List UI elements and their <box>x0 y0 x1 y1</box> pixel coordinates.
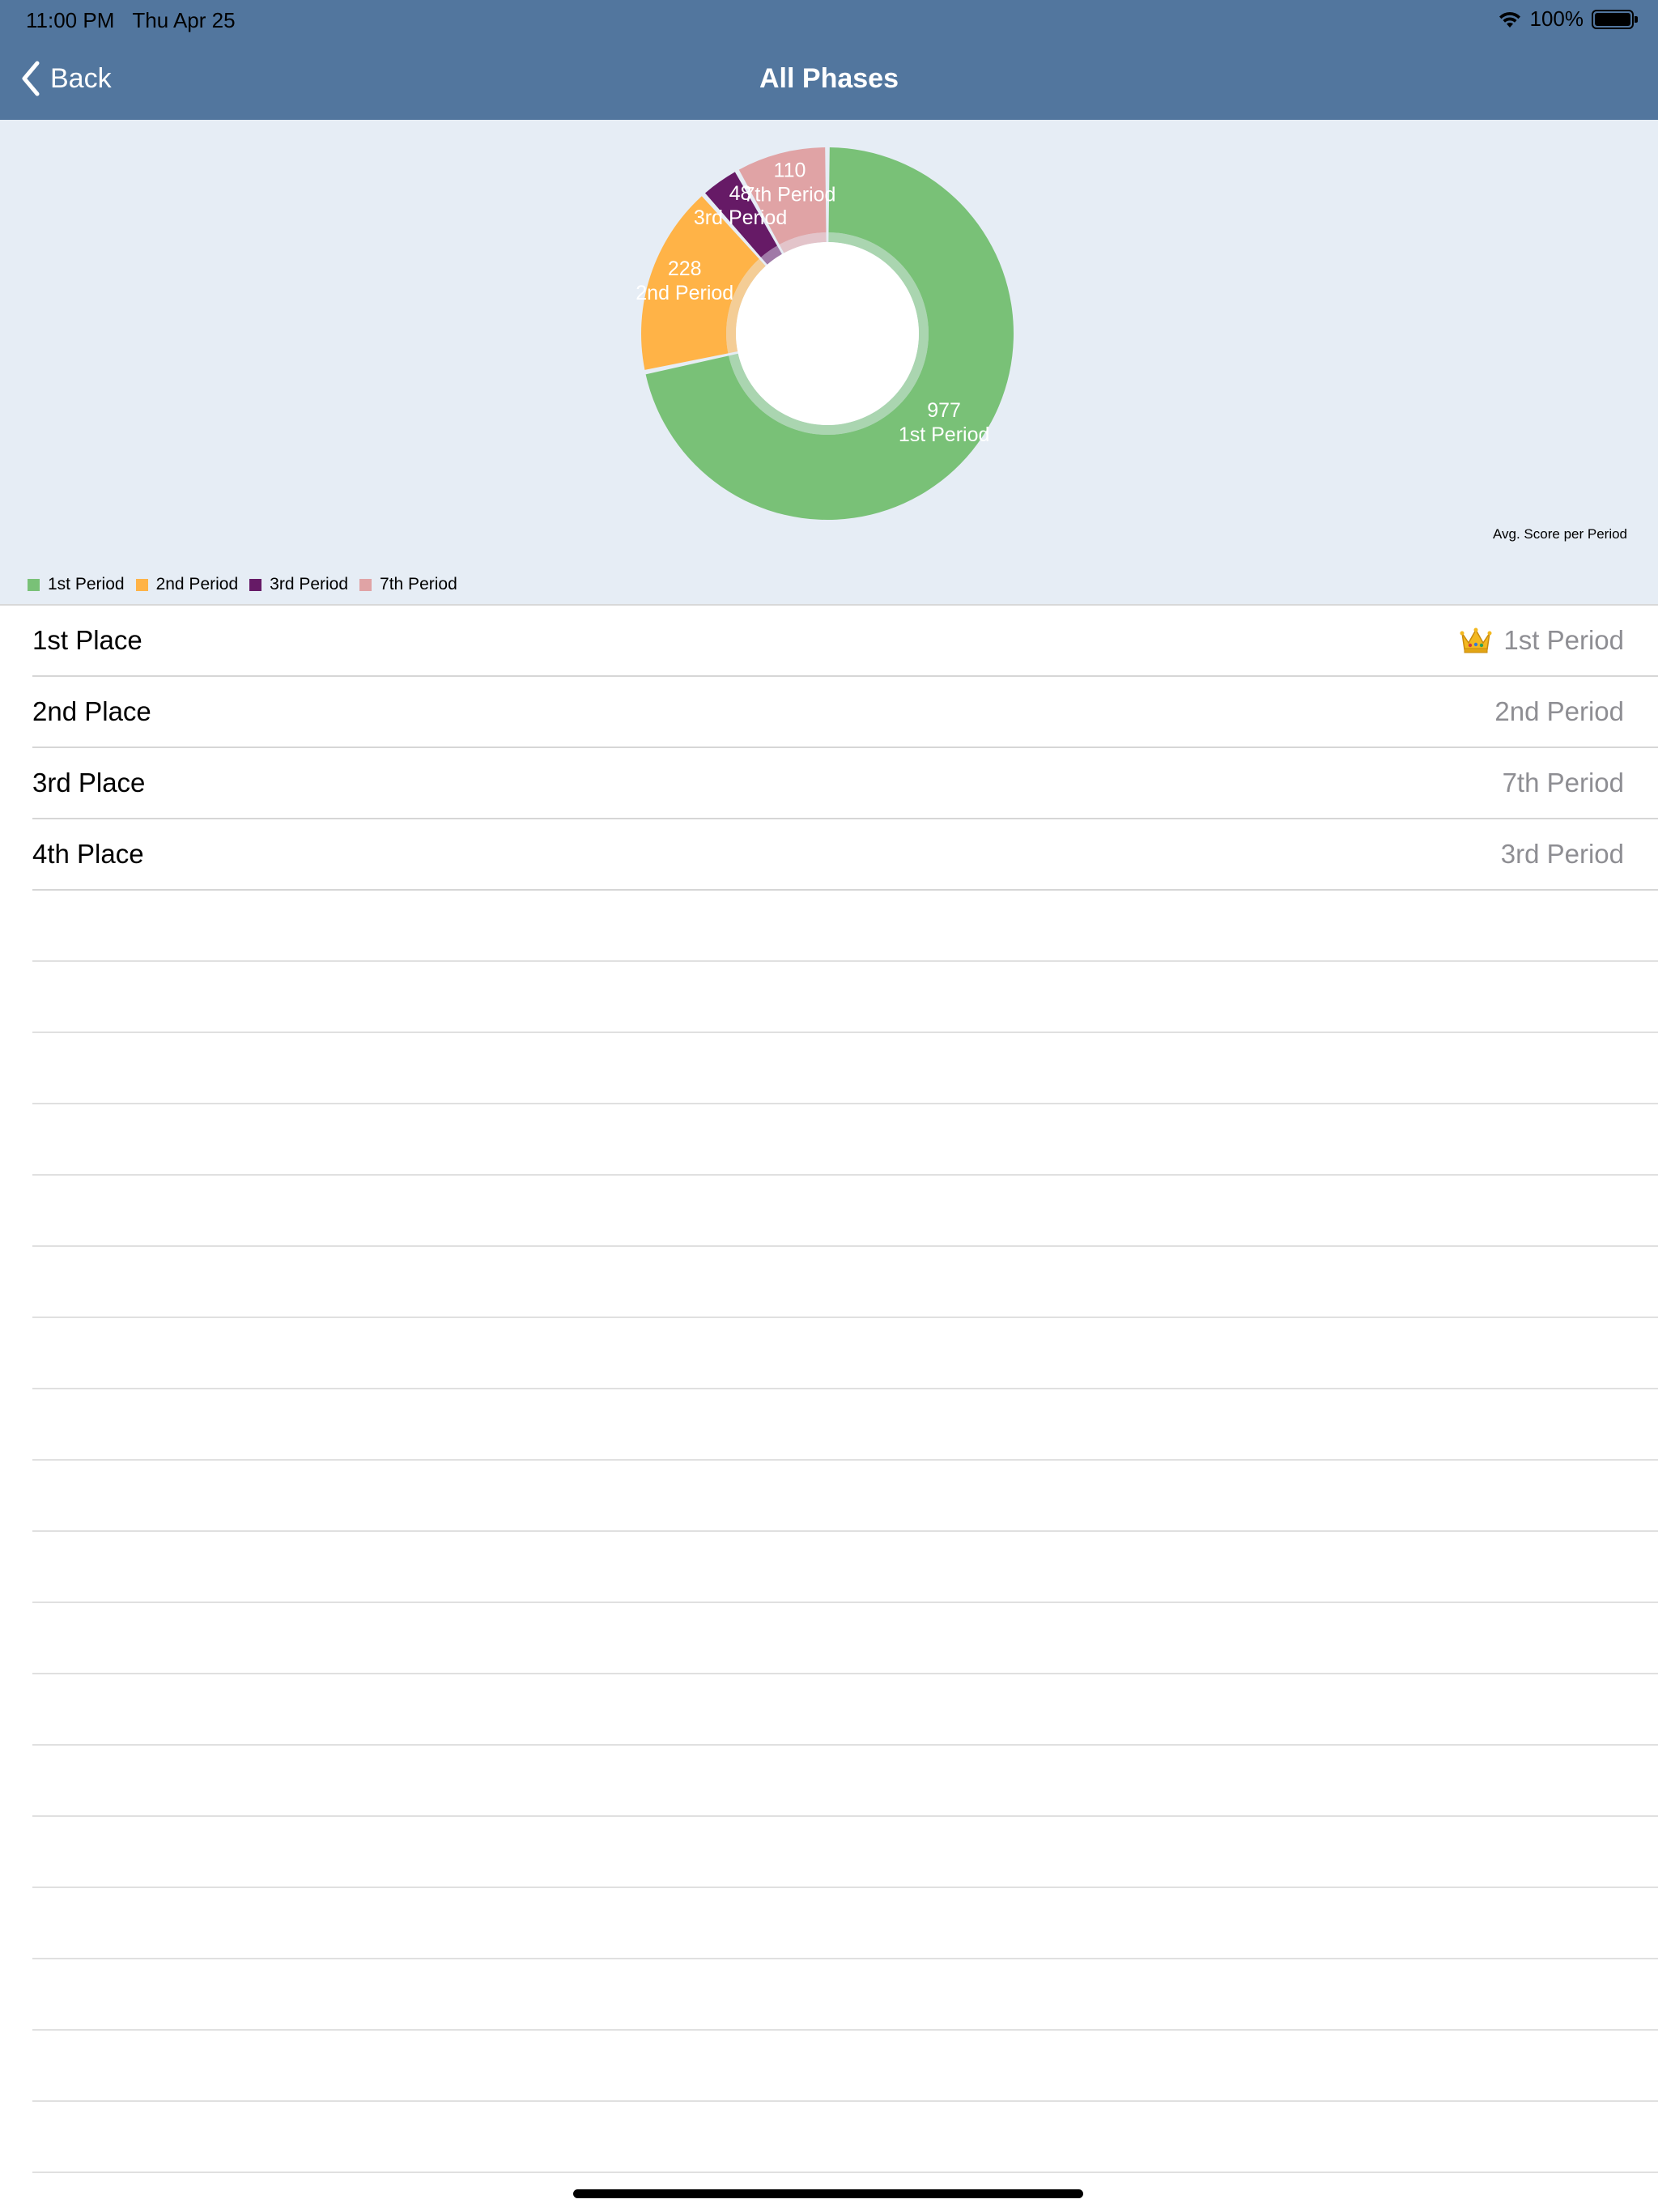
legend-label: 1st Period <box>48 575 125 593</box>
row-detail-label: 7th Period <box>1502 768 1624 798</box>
donut-chart[interactable]: 9771st Period2282nd Period483rd Period11… <box>0 120 1658 604</box>
slice-name-label: 7th Period <box>743 183 835 206</box>
slice-value-label: 228 <box>668 257 702 280</box>
chart-legend: 1st Period 2nd Period 3rd Period 7th Period <box>28 575 469 594</box>
row-detail-label: 1st Period <box>1503 625 1624 655</box>
legend-label: 2nd Period <box>155 575 239 593</box>
chart-description: Avg. Score per Period <box>1493 526 1627 542</box>
row-detail: 1st Period <box>1460 625 1624 656</box>
battery-icon <box>1592 9 1638 29</box>
crown-icon <box>1460 627 1492 653</box>
row-detail: 2nd Period <box>1494 696 1624 727</box>
empty-row <box>32 1033 1658 1104</box>
row-title: 3rd Place <box>32 768 146 798</box>
navigation-bar: 11:00 PM Thu Apr 25 100% Back All Phases <box>0 0 1658 120</box>
empty-row <box>32 1389 1658 1461</box>
row-title: 4th Place <box>32 839 144 869</box>
empty-row <box>32 1959 1658 2031</box>
table-row[interactable]: 4th Place 3rd Period <box>32 819 1658 891</box>
empty-row <box>32 1318 1658 1389</box>
legend-item: 1st Period <box>28 575 125 594</box>
row-title: 1st Place <box>32 625 142 655</box>
slice-value-label: 110 <box>774 159 806 181</box>
empty-row <box>32 962 1658 1033</box>
row-detail-label: 3rd Period <box>1500 839 1624 869</box>
empty-row <box>32 1817 1658 1888</box>
empty-row <box>32 1247 1658 1318</box>
legend-label: 3rd Period <box>270 575 349 593</box>
empty-row <box>32 1888 1658 1959</box>
legend-swatch <box>28 578 40 591</box>
empty-row <box>32 891 1658 962</box>
donut-hole <box>736 242 919 425</box>
legend-swatch <box>135 578 148 591</box>
chart-area: 977 1st Period 228 2nd Period 48 3rd Period 11… <box>0 120 1658 604</box>
slice-name-label: 2nd Period <box>636 282 733 304</box>
row-title: 2nd Place <box>32 696 151 726</box>
legend-item: 2nd Period <box>135 575 239 594</box>
empty-row <box>32 1532 1658 1603</box>
legend-swatch <box>359 578 372 591</box>
status-bar-right: 100% <box>1498 6 1638 32</box>
empty-row <box>32 2031 1658 2102</box>
empty-row <box>32 1603 1658 1674</box>
battery-percent: 100% <box>1529 6 1584 31</box>
page-title: All Phases <box>759 63 899 94</box>
home-indicator[interactable] <box>573 2189 1083 2198</box>
legend-label: 7th Period <box>380 575 457 593</box>
empty-row <box>32 1461 1658 1532</box>
row-detail-label: 2nd Period <box>1494 696 1624 726</box>
slice-value-label: 977 <box>927 399 961 422</box>
empty-row <box>32 1104 1658 1176</box>
legend-swatch <box>249 578 262 591</box>
empty-row <box>32 1674 1658 1746</box>
empty-row <box>32 1176 1658 1247</box>
status-time: 11:00 PM <box>26 8 115 32</box>
status-date: Thu Apr 25 <box>132 8 236 32</box>
empty-row <box>32 2102 1658 2173</box>
table-row[interactable]: 1st Place 1st Period <box>32 606 1658 677</box>
status-bar-left: 11:00 PM Thu Apr 25 <box>26 8 236 33</box>
legend-item: 3rd Period <box>249 575 348 594</box>
row-detail: 7th Period <box>1503 768 1624 798</box>
slice-name-label: 3rd Period <box>694 206 787 229</box>
wifi-icon <box>1499 11 1520 28</box>
slice-name-label: 1st Period <box>899 423 990 446</box>
legend-item: 7th Period <box>359 575 457 594</box>
row-detail: 3rd Period <box>1501 839 1624 870</box>
empty-row <box>32 1746 1658 1817</box>
table-row[interactable]: 2nd Place 2nd Period <box>32 677 1658 748</box>
table-row[interactable]: 3rd Place 7th Period <box>32 748 1658 819</box>
